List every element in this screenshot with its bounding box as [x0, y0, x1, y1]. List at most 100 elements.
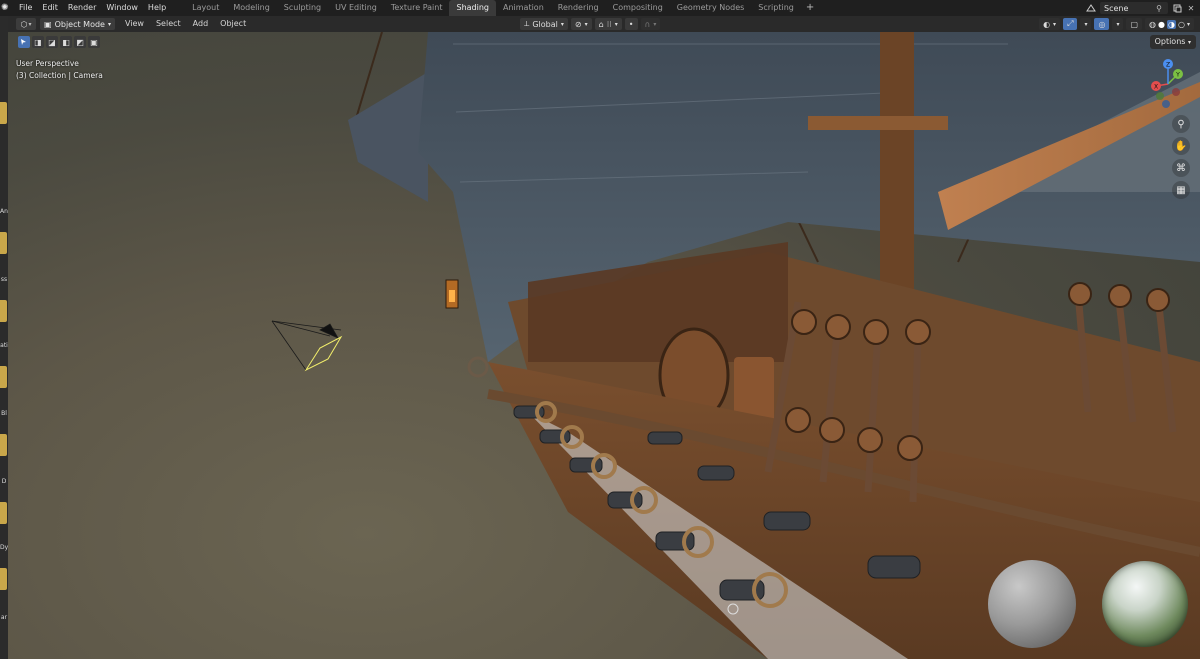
tab-uv-editing[interactable]: UV Editing	[328, 0, 384, 16]
gizmo-toggle-icon: ⤢	[1067, 19, 1074, 28]
gizmo-toggle[interactable]: ⤢	[1063, 18, 1078, 30]
shading-material-icon[interactable]: ◑	[1167, 19, 1176, 29]
proportional-toggle[interactable]: •	[624, 18, 638, 30]
tab-layout[interactable]: Layout	[185, 0, 226, 16]
select-intersect-button[interactable]: ▣	[88, 36, 100, 48]
grid-view-icon[interactable]: ▦	[1172, 181, 1190, 199]
shading-modes: ◍ ● ◑ ○ ▾	[1145, 18, 1194, 30]
strip-tab[interactable]	[0, 568, 7, 590]
menu-window[interactable]: Window	[101, 0, 143, 16]
strip-label: An	[0, 208, 8, 215]
zoom-icon[interactable]: ⚲	[1172, 115, 1190, 133]
overlay-toggle[interactable]: ◎	[1094, 18, 1110, 30]
editor-type-button[interactable]: ⬡ ▾	[16, 18, 36, 30]
gizmo-z-label: Z	[1166, 62, 1170, 69]
options-dropdown[interactable]: Options ▾	[1149, 35, 1196, 49]
strip-tab[interactable]	[0, 366, 7, 388]
perspective-label: User Perspective	[16, 59, 79, 68]
orientation-dropdown[interactable]: ⟂ Global ▾	[520, 18, 568, 30]
select-extend-icon: ◪	[48, 37, 56, 47]
menu-help[interactable]: Help	[143, 0, 171, 16]
menu-file[interactable]: File	[14, 0, 37, 16]
gizmo-dropdown[interactable]: ▾	[1080, 18, 1092, 30]
tab-geometry-nodes[interactable]: Geometry Nodes	[670, 0, 751, 16]
navigation-gizmo[interactable]: X Y Z	[1146, 56, 1192, 110]
snap-icon: ⌂	[598, 19, 604, 29]
tab-texture-paint[interactable]: Texture Paint	[384, 0, 450, 16]
chevron-down-icon: ▾	[653, 20, 657, 28]
select-new-button[interactable]: ◨	[32, 36, 44, 48]
overlay-icon: ◎	[1098, 19, 1106, 29]
tab-rendering[interactable]: Rendering	[551, 0, 606, 16]
viewport-header: ⬡ ▾ ▣ Object Mode ▾ View Select Add Obje…	[0, 16, 1200, 32]
tab-animation[interactable]: Animation	[496, 0, 551, 16]
select-extend-button[interactable]: ◪	[46, 36, 58, 48]
chevron-down-icon: ▾	[28, 20, 32, 28]
pivot-icon: ⊘	[574, 19, 582, 29]
tab-modeling[interactable]: Modeling	[226, 0, 276, 16]
strip-label: Dy	[0, 544, 9, 551]
xray-toggle[interactable]: ▢	[1126, 18, 1143, 30]
snap-toggle[interactable]: ⌂ ⁝⁝ ▾	[594, 18, 622, 30]
tab-scripting[interactable]: Scripting	[751, 0, 801, 16]
menu-render[interactable]: Render	[63, 0, 101, 16]
falloff-icon: ∩	[644, 19, 651, 29]
strip-tab[interactable]	[0, 434, 7, 456]
chevron-down-icon: ▾	[107, 20, 111, 28]
orientation-label: Global	[532, 19, 558, 29]
pan-hand-icon[interactable]: ✋	[1172, 137, 1190, 155]
material-preview-sphere	[988, 560, 1076, 648]
snap-target-icon: ⁝⁝	[606, 19, 612, 29]
shading-solid-icon[interactable]: ●	[1158, 20, 1165, 29]
menu-edit[interactable]: Edit	[37, 0, 63, 16]
select-invert-button[interactable]: ◩	[74, 36, 86, 48]
add-workspace-button[interactable]: +	[801, 0, 819, 16]
select-subtract-button[interactable]: ◧	[60, 36, 72, 48]
pin-icon[interactable]: ⚲	[1154, 3, 1164, 13]
overlay-dropdown[interactable]: ▾	[1112, 18, 1124, 30]
close-scene-icon[interactable]: ✕	[1186, 3, 1196, 13]
strip-tab[interactable]	[0, 300, 7, 322]
editor-type-icon: ⬡	[20, 19, 28, 29]
tab-shading[interactable]: Shading	[449, 0, 496, 16]
visibility-dropdown[interactable]: ◐ ▾	[1039, 18, 1061, 30]
strip-label: ar	[0, 614, 8, 621]
menu-view[interactable]: View	[119, 16, 150, 32]
select-tool-button[interactable]	[18, 36, 30, 48]
menu-object[interactable]: Object	[214, 16, 252, 32]
scene-icon[interactable]	[1086, 3, 1096, 13]
strip-tab[interactable]	[0, 232, 7, 254]
select-new-icon: ◨	[34, 37, 42, 47]
tab-sculpting[interactable]: Sculpting	[277, 0, 328, 16]
camera-view-icon[interactable]: ⌘	[1172, 159, 1190, 177]
scene-name-field[interactable]: Scene ⚲	[1100, 2, 1168, 14]
chevron-down-icon: ▾	[1084, 20, 1088, 28]
viewport-menus: View Select Add Object	[119, 16, 252, 32]
collection-label: (3) Collection | Camera	[16, 71, 103, 80]
pivot-dropdown[interactable]: ⊘ ▾	[570, 18, 592, 30]
strip-label: D	[1, 478, 7, 485]
chevron-down-icon: ▾	[560, 20, 564, 28]
hdri-preview-sphere	[1102, 561, 1188, 647]
blender-logo-icon[interactable]: ✺	[1, 3, 11, 13]
menu-select[interactable]: Select	[150, 16, 187, 32]
new-scene-icon[interactable]	[1172, 3, 1182, 13]
mode-icon: ▣	[44, 19, 52, 29]
tab-compositing[interactable]: Compositing	[606, 0, 670, 16]
strip-tab[interactable]	[0, 102, 7, 124]
select-intersect-icon: ▣	[90, 37, 98, 47]
falloff-dropdown[interactable]: ∩ ▾	[640, 18, 661, 30]
shading-wireframe-icon[interactable]: ◍	[1149, 20, 1156, 29]
menu-add[interactable]: Add	[187, 16, 215, 32]
scene-name: Scene	[1104, 3, 1129, 13]
chevron-down-icon: ▾	[1116, 20, 1120, 28]
chevron-down-icon[interactable]: ▾	[1187, 21, 1190, 28]
scene-selector: Scene ⚲ ✕	[1086, 0, 1200, 16]
viewport-info: User Perspective (3) Collection | Camera	[16, 58, 103, 82]
left-tab-strip: An ss ati Bl D Dy ar	[0, 16, 8, 659]
viewport-display-tools: ◐ ▾ ⤢ ▾ ◎ ▾ ▢ ◍ ● ◑ ○ ▾	[1039, 18, 1194, 30]
mode-selector[interactable]: ▣ Object Mode ▾	[40, 18, 115, 30]
shading-rendered-icon[interactable]: ○	[1178, 20, 1185, 29]
transform-tools: ⟂ Global ▾ ⊘ ▾ ⌂ ⁝⁝ ▾ • ∩ ▾	[520, 18, 661, 30]
strip-tab[interactable]	[0, 502, 7, 524]
